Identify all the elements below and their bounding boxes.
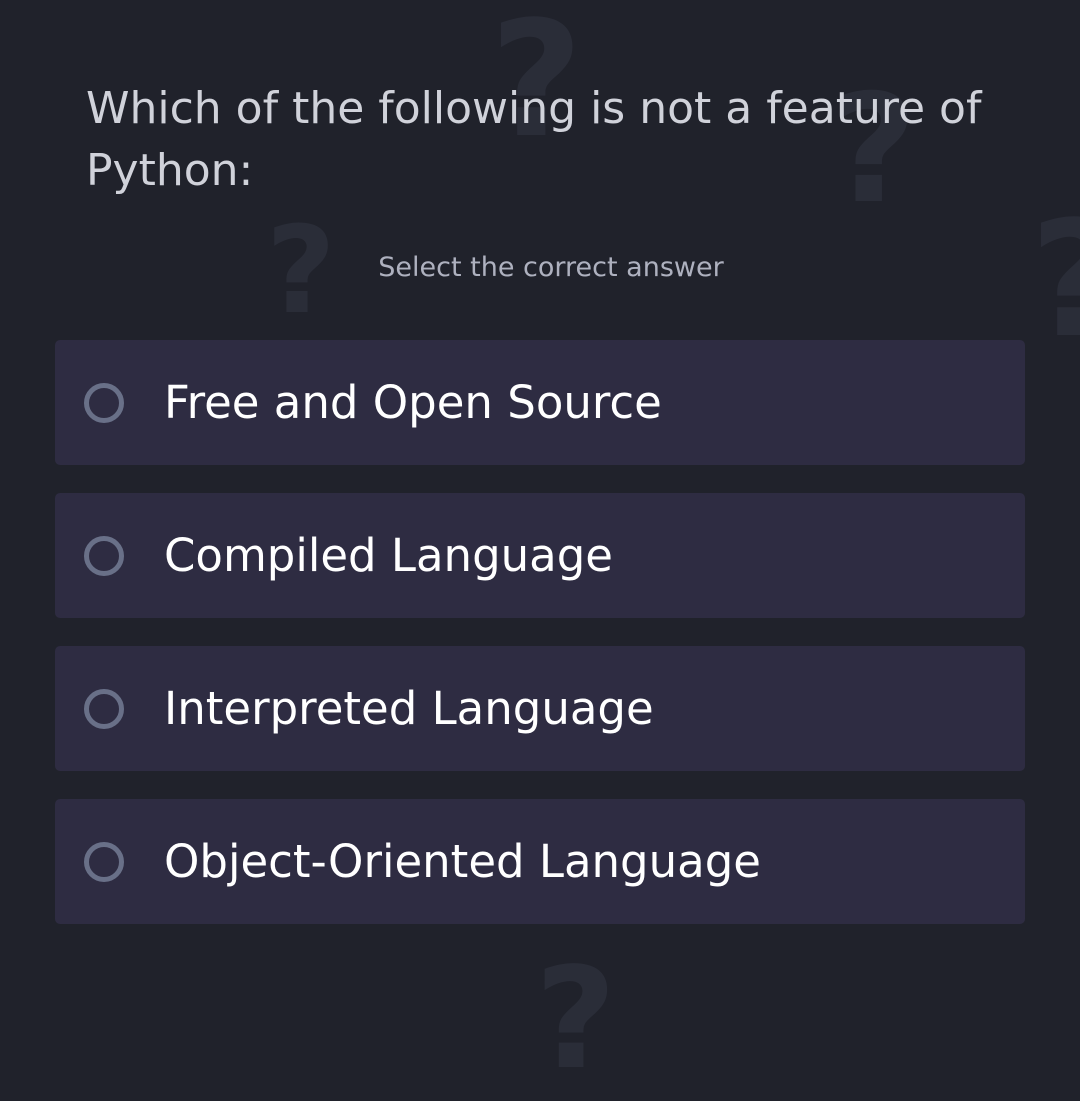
question-mark-icon: ? — [535, 938, 617, 1101]
answer-option-label: Compiled Language — [164, 529, 613, 582]
answer-option[interactable]: Object-Oriented Language — [55, 799, 1025, 924]
answer-instruction: Select the correct answer — [378, 252, 724, 283]
radio-button-icon[interactable] — [84, 382, 124, 423]
answer-option[interactable]: Compiled Language — [55, 493, 1025, 618]
answer-option[interactable]: Interpreted Language — [55, 646, 1025, 771]
radio-button-icon[interactable] — [84, 535, 124, 576]
answer-option-label: Object-Oriented Language — [164, 835, 761, 888]
answer-options: Free and Open Source Compiled Language I… — [55, 340, 1025, 952]
radio-button-icon[interactable] — [84, 841, 124, 882]
question-text: Which of the following is not a feature … — [86, 83, 982, 196]
answer-option-label: Free and Open Source — [164, 376, 662, 429]
radio-button-icon[interactable] — [84, 688, 124, 729]
answer-option[interactable]: Free and Open Source — [55, 340, 1025, 465]
answer-option-label: Interpreted Language — [164, 682, 654, 735]
